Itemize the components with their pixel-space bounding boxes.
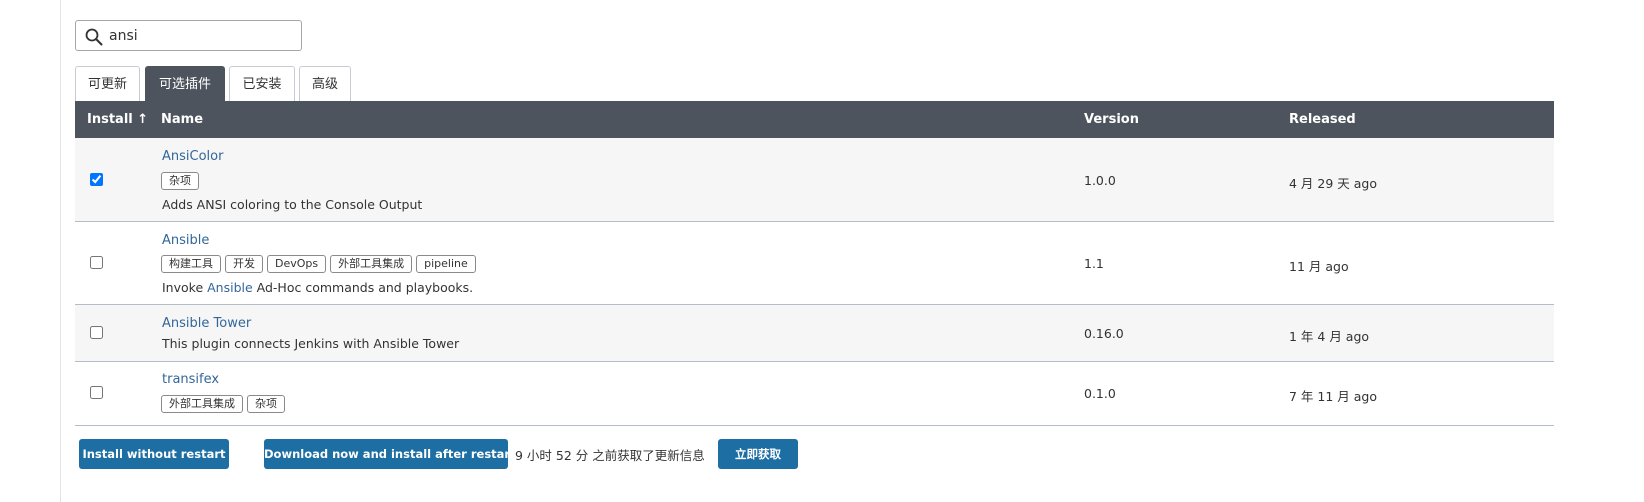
plugin-tags: 构建工具 开发 DevOps 外部工具集成 pipeline xyxy=(161,255,480,273)
plugin-tag[interactable]: 杂项 xyxy=(247,395,285,413)
update-info-text: 9 小时 52 分 之前获取了更新信息 xyxy=(515,448,705,463)
plugin-tag[interactable]: pipeline xyxy=(416,255,476,273)
plugin-name-link[interactable]: transifex xyxy=(162,372,219,387)
column-header-released[interactable]: Released xyxy=(1289,112,1356,127)
plugin-released: 11 月 ago xyxy=(1289,259,1349,274)
download-install-after-restart-button[interactable]: Download now and install after restart xyxy=(264,439,516,469)
plugin-excerpt: Invoke Ansible Ad-Hoc commands and playb… xyxy=(162,280,473,295)
plugin-tags: 杂项 xyxy=(161,172,203,190)
check-now-button[interactable]: 立即获取 xyxy=(718,439,798,469)
plugin-tags: 外部工具集成 杂项 xyxy=(161,395,289,413)
column-header-name[interactable]: Name xyxy=(161,112,203,127)
plugin-name-link[interactable]: Ansible Tower xyxy=(162,316,251,331)
search-icon xyxy=(85,28,103,46)
page-left-divider xyxy=(60,0,61,502)
search-input[interactable] xyxy=(109,25,294,47)
plugin-released: 1 年 4 月 ago xyxy=(1289,329,1370,344)
plugin-excerpt: Adds ANSI coloring to the Console Output xyxy=(162,197,423,212)
plugin-search-box[interactable] xyxy=(75,20,302,51)
table-row: Ansible 构建工具 开发 DevOps 外部工具集成 pipeline Invok… xyxy=(75,222,1554,305)
plugin-version: 0.16.0 xyxy=(1084,326,1124,341)
plugin-released: 7 年 11 月 ago xyxy=(1289,389,1377,404)
table-row: transifex 外部工具集成 杂项 0.1.0 7 年 11 月 ago xyxy=(75,362,1554,426)
excerpt-link[interactable]: Ansible xyxy=(207,280,253,295)
install-checkbox[interactable] xyxy=(90,326,103,339)
install-checkbox[interactable] xyxy=(90,386,103,399)
plugin-name-link[interactable]: Ansible xyxy=(162,233,209,248)
excerpt-text: Invoke xyxy=(162,280,208,295)
table-row: Ansible Tower This plugin connects Jenki… xyxy=(75,305,1554,362)
plugin-tag[interactable]: 外部工具集成 xyxy=(330,255,413,273)
plugin-tag[interactable]: 杂项 xyxy=(161,172,199,190)
tab-advanced[interactable]: 高级 xyxy=(299,66,351,101)
install-checkbox[interactable] xyxy=(90,173,103,186)
excerpt-text: Ad-Hoc commands and playbooks. xyxy=(252,280,474,295)
plugin-tag[interactable]: 构建工具 xyxy=(161,255,221,273)
table-row: AnsiColor 杂项 Adds ANSI coloring to the C… xyxy=(75,138,1554,222)
plugin-table: Install ↑ Name Version Released AnsiColo… xyxy=(75,101,1554,426)
plugin-excerpt: This plugin connects Jenkins with Ansibl… xyxy=(162,336,460,351)
plugin-released: 4 月 29 天 ago xyxy=(1289,176,1377,191)
plugin-name-link[interactable]: AnsiColor xyxy=(162,149,223,164)
column-header-version[interactable]: Version xyxy=(1084,112,1139,127)
column-header-install[interactable]: Install ↑ xyxy=(87,112,148,127)
plugin-tag[interactable]: DevOps xyxy=(267,255,327,273)
plugin-version: 0.1.0 xyxy=(1084,386,1116,401)
install-without-restart-button[interactable]: Install without restart xyxy=(79,439,229,469)
plugin-version: 1.0.0 xyxy=(1084,173,1116,188)
tab-available[interactable]: 可选插件 xyxy=(145,66,225,101)
install-checkbox[interactable] xyxy=(90,256,103,269)
plugin-version: 1.1 xyxy=(1084,256,1104,271)
plugin-tag[interactable]: 开发 xyxy=(225,255,263,273)
plugin-tag[interactable]: 外部工具集成 xyxy=(161,395,243,413)
table-header: Install ↑ Name Version Released xyxy=(75,101,1554,138)
tab-updates[interactable]: 可更新 xyxy=(75,66,140,101)
tab-installed[interactable]: 已安装 xyxy=(229,66,295,101)
